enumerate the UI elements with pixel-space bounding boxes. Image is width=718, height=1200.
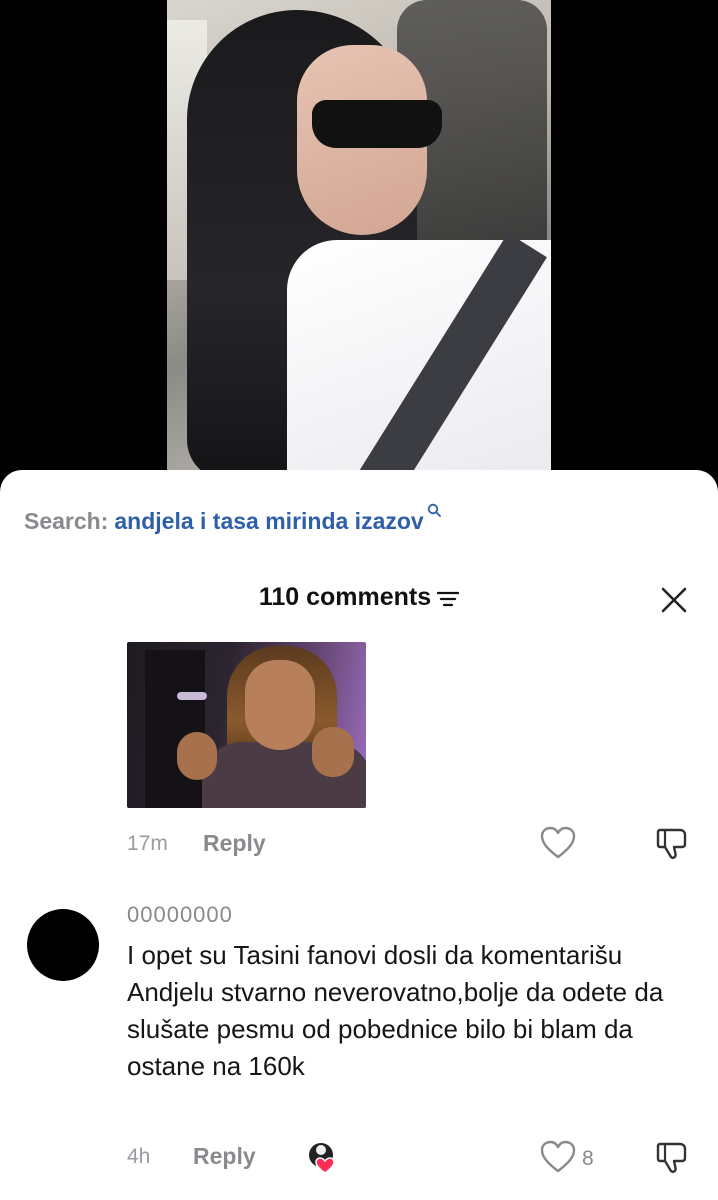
reply-button[interactable]: Reply [203,830,266,857]
comments-count: 110 comments [258,583,432,611]
close-icon[interactable] [660,586,688,614]
comment-sticker-image[interactable] [127,642,366,808]
dislike-icon[interactable] [656,1140,692,1174]
creator-liked-icon [309,1143,335,1174]
comment-time: 4h [127,1145,151,1168]
video-background [0,0,718,500]
video-sunglasses [312,100,442,148]
sticker-door [145,650,205,808]
sticker-light [177,692,207,700]
comment-username[interactable]: 00000000 [127,902,233,928]
search-label: Search: [24,508,109,534]
search-icon [427,503,441,517]
dislike-icon[interactable] [656,826,692,860]
search-query-link[interactable]: andjela i tasa mirinda izazov [114,508,423,534]
sticker-face [245,660,315,750]
like-heart-icon[interactable] [540,1140,576,1174]
comments-header: 110 comments [0,583,718,612]
comments-sheet: Search: andjela i tasa mirinda izazov 110… [0,470,718,1200]
comment-time: 17m [127,832,168,855]
search-suggestion[interactable]: Search: andjela i tasa mirinda izazov [24,503,441,535]
reply-button[interactable]: Reply [193,1143,256,1170]
like-heart-icon[interactable] [540,826,576,860]
sticker-hand-right [312,727,354,777]
comment-text: I opet su Tasini fanovi dosli da komenta… [127,940,664,1081]
sort-filter-icon[interactable] [437,591,460,607]
like-count: 8 [582,1147,594,1170]
video-player[interactable] [167,0,551,475]
avatar[interactable] [27,909,99,981]
sticker-hand-left [177,732,217,780]
